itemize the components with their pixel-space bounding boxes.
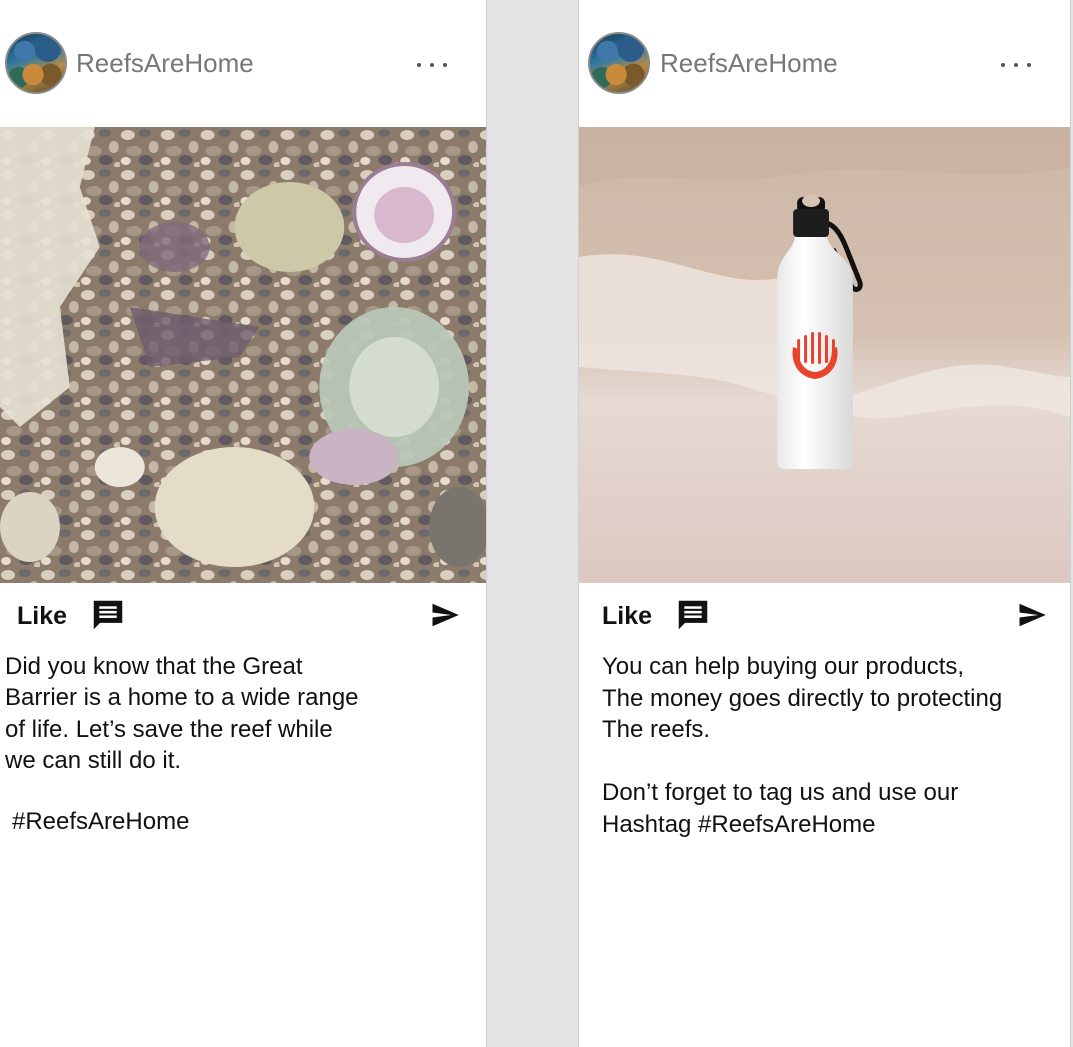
comment-icon[interactable] bbox=[89, 596, 127, 634]
post-header: ReefsAreHome bbox=[579, 0, 1070, 127]
more-icon bbox=[1014, 63, 1018, 67]
post-image[interactable] bbox=[579, 127, 1070, 583]
post-hashtag[interactable]: #ReefsAreHome bbox=[12, 808, 189, 836]
post-header: ReefsAreHome bbox=[0, 0, 486, 127]
more-icon bbox=[430, 63, 434, 67]
username[interactable]: ReefsAreHome bbox=[660, 48, 838, 79]
more-icon bbox=[417, 63, 421, 67]
more-options-button[interactable] bbox=[410, 52, 454, 78]
post-caption: You can help buying our products, The mo… bbox=[602, 653, 1003, 838]
send-icon[interactable] bbox=[429, 600, 461, 630]
avatar[interactable] bbox=[5, 32, 67, 94]
username[interactable]: ReefsAreHome bbox=[76, 48, 254, 79]
comment-icon[interactable] bbox=[674, 596, 712, 634]
more-options-button[interactable] bbox=[994, 52, 1038, 78]
post-card: ReefsAreHome bbox=[578, 0, 1071, 1047]
like-button[interactable]: Like bbox=[17, 602, 67, 631]
post-actions: Like bbox=[0, 583, 486, 645]
send-icon[interactable] bbox=[1016, 600, 1048, 630]
like-button[interactable]: Like bbox=[602, 602, 652, 631]
post-card: ReefsAreHome bbox=[0, 0, 487, 1047]
more-icon bbox=[1027, 63, 1031, 67]
more-icon bbox=[1001, 63, 1005, 67]
post-actions: Like bbox=[579, 583, 1070, 645]
post-image[interactable] bbox=[0, 127, 486, 583]
more-icon bbox=[443, 63, 447, 67]
post-caption: Did you know that the Great Barrier is a… bbox=[5, 653, 359, 774]
avatar[interactable] bbox=[588, 32, 650, 94]
bottle-photo bbox=[579, 127, 1070, 583]
coral-photo bbox=[0, 127, 486, 583]
